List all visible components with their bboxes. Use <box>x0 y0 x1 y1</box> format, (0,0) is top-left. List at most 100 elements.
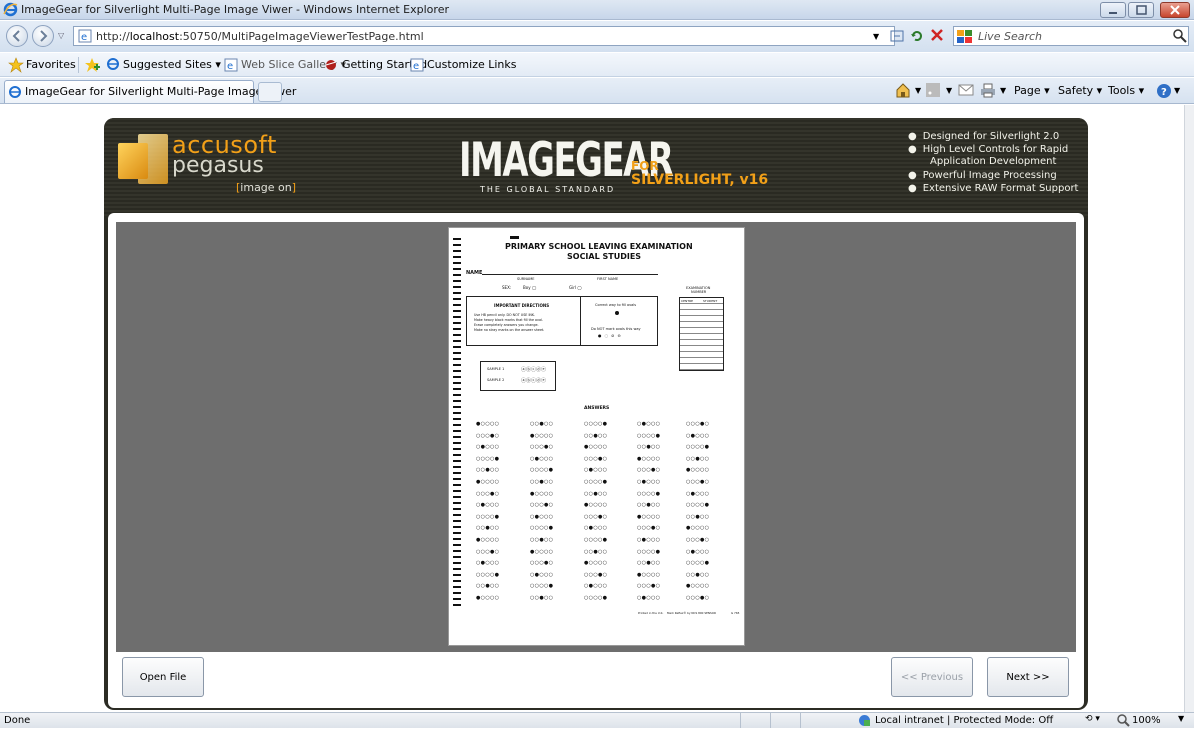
answer-bubble-row: ○○○○● <box>530 525 554 532</box>
answer-bubble-row: ○○●○○ <box>476 583 500 590</box>
help-dropdown-icon[interactable]: ▼ <box>1174 86 1180 95</box>
answer-bubble-row: ○○●○○ <box>584 490 608 497</box>
answer-bubble-row: ○○○●○ <box>686 479 710 485</box>
answer-bubble-row: ○○○○● <box>686 502 710 509</box>
customize-links-link[interactable]: Customize Links <box>427 58 517 71</box>
answer-bubble-row: ○○○○● <box>530 583 554 590</box>
help-icon[interactable]: ? <box>1156 83 1172 102</box>
address-toolbar: ▽ e http://localhost:50750/MultiPageImag… <box>0 21 1194 52</box>
protected-mode-icon[interactable]: ⟲ ▾ <box>1085 714 1100 724</box>
feature-item-continued: Application Development <box>930 156 1057 167</box>
answer-bubble-row: ○●○○○ <box>637 537 661 543</box>
answer-bubble-row: ○●○○○ <box>584 583 608 590</box>
open-file-button[interactable]: Open File <box>122 657 204 697</box>
print-icon[interactable] <box>980 83 996 101</box>
getting-started-icon <box>323 57 339 76</box>
answer-bubble-row: ●○○○○ <box>530 548 554 555</box>
page-icon: e <box>78 29 92 46</box>
home-dropdown-icon[interactable]: ▼ <box>915 86 921 95</box>
answer-bubble-row: ○●○○○ <box>686 432 710 439</box>
favorites-bar: Favorites Suggested Sites ▾ e Web Slice … <box>0 53 1194 77</box>
safety-menu[interactable]: Safety ▾ <box>1058 84 1102 97</box>
window-title: ImageGear for Silverlight Multi-Page Ima… <box>21 3 449 16</box>
tab-imagegear-viewer[interactable]: ImageGear for Silverlight Multi-Page Ima… <box>4 80 296 103</box>
feeds-dropdown-icon[interactable]: ▼ <box>946 86 952 95</box>
answer-bubble-row: ○○○●○ <box>476 490 500 497</box>
footer-code: G 765 <box>731 611 740 615</box>
feeds-icon[interactable] <box>926 83 940 100</box>
filled-oval-example <box>615 311 619 315</box>
vertical-scrollbar[interactable] <box>1184 105 1194 712</box>
forward-button[interactable] <box>32 25 54 47</box>
brand-tagline: [image on] <box>236 181 297 194</box>
answer-bubble-row: ○○●○○ <box>637 444 661 451</box>
search-icon[interactable] <box>1173 29 1187 46</box>
back-button[interactable] <box>6 25 28 47</box>
address-dropdown-icon[interactable]: ▼ <box>873 32 879 41</box>
status-divider <box>770 713 771 728</box>
live-search-logo-icon <box>957 30 973 46</box>
direction-line: Make no stray marks on the answer sheet. <box>474 328 545 332</box>
zoom-level[interactable]: 100% <box>1132 715 1161 726</box>
answer-bubble-row: ●○○○○ <box>686 467 710 474</box>
answer-bubble-row: ○○○○● <box>584 479 608 485</box>
direction-line: Make heavy black marks that fill the ova… <box>474 318 543 322</box>
answer-bubble-row: ○○●○○ <box>530 479 554 485</box>
for-label: FOR <box>631 159 659 173</box>
page-menu[interactable]: Page ▾ <box>1014 84 1050 97</box>
brand-pegasus: pegasus <box>172 153 264 178</box>
customize-links-icon: e <box>410 58 424 75</box>
stop-icon[interactable] <box>930 28 944 45</box>
read-mail-icon[interactable] <box>958 84 974 99</box>
feature-item: High Level Controls for Rapid <box>908 144 1069 155</box>
tools-menu[interactable]: Tools ▾ <box>1108 84 1144 97</box>
status-bar: Done Local intranet | Protected Mode: Of… <box>0 712 1194 728</box>
answer-bubble-row: ○●○○○ <box>530 513 554 520</box>
add-favorites-icon[interactable] <box>84 57 100 76</box>
refresh-icon[interactable] <box>910 29 924 46</box>
new-tab-button[interactable] <box>258 82 282 102</box>
previous-button[interactable]: << Previous <box>891 657 973 697</box>
close-window-button[interactable] <box>1160 2 1190 18</box>
status-divider <box>800 713 801 728</box>
zoom-dropdown-icon[interactable]: ▼ <box>1178 714 1184 723</box>
answer-bubble-row: ○○○○● <box>637 548 661 555</box>
compatibility-view-icon[interactable] <box>890 29 904 46</box>
answer-bubble-row: ●○○○○ <box>476 595 500 601</box>
exam-number-grid <box>679 297 724 371</box>
answer-bubble-row: ○○●○○ <box>584 432 608 439</box>
favorites-button[interactable]: Favorites <box>26 58 76 71</box>
accusoft-logo-icon <box>118 143 148 179</box>
security-zone[interactable]: Local intranet | Protected Mode: Off <box>875 715 1053 726</box>
answer-bubble-row: ○●○○○ <box>476 444 500 451</box>
exam-subject: SOCIAL STUDIES <box>567 252 642 261</box>
answer-bubble-row: ●○○○○ <box>530 432 554 439</box>
name-line <box>482 274 658 275</box>
sample-2-label: SAMPLE 2 <box>487 378 505 382</box>
search-input[interactable]: Live Search <box>953 26 1189 46</box>
answer-bubble-row: ○○●○○ <box>530 537 554 543</box>
feature-item: Designed for Silverlight 2.0 <box>908 131 1059 142</box>
print-dropdown-icon[interactable]: ▼ <box>1000 86 1006 95</box>
answer-bubble-row: ●○○○○ <box>637 571 661 578</box>
svg-text:e: e <box>81 32 87 43</box>
next-button[interactable]: Next >> <box>987 657 1069 697</box>
answer-bubble-row: ○○●○○ <box>530 595 554 601</box>
answer-bubble-row: ○●○○○ <box>584 467 608 474</box>
suggested-sites-link[interactable]: Suggested Sites ▾ <box>123 58 221 71</box>
answer-bubble-row: ●○○○○ <box>637 513 661 520</box>
answer-bubble-row: ○●○○○ <box>637 421 661 427</box>
maximize-button[interactable] <box>1128 2 1154 18</box>
recent-pages-chevron-icon[interactable]: ▽ <box>58 31 64 40</box>
toolbar-divider <box>78 57 79 73</box>
name-label: NAME <box>466 270 483 276</box>
minimize-button[interactable] <box>1100 2 1126 18</box>
answer-bubble-row: ○○●○○ <box>530 421 554 427</box>
answer-bubble-row: ○○○●○ <box>476 432 500 439</box>
home-icon[interactable] <box>895 82 911 101</box>
address-input[interactable]: e http://localhost:50750/MultiPageImageV… <box>73 26 895 46</box>
sample-2-bubbles: ⓐⓑⓒⓓⓔ <box>521 378 547 384</box>
answer-bubble-row: ○○○○● <box>637 432 661 439</box>
answer-bubble-row: ○○○●○ <box>637 583 661 590</box>
direction-line: Use HB pencil only. DO NOT USE INK. <box>474 313 536 317</box>
